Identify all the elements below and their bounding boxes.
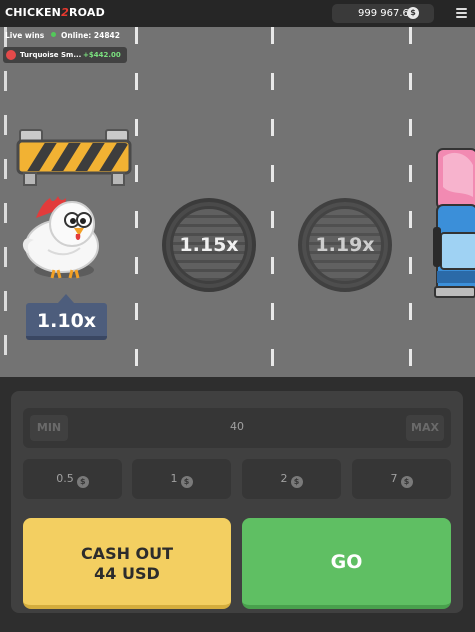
manhole-multiplier-1[interactable]: 1.15x [162, 198, 256, 292]
chicken-icon [22, 196, 99, 279]
online-count-text: Online: 24842 [61, 31, 120, 40]
game-logo: CHICKEN2ROAD [5, 6, 105, 19]
win-amount: +$442.00 [83, 51, 121, 59]
quick-bet-value: 2 [280, 472, 288, 485]
dollar-coin-icon: $ [290, 476, 303, 488]
cash-out-amount: 44 USD [94, 564, 160, 583]
top-bar: CHICKEN2ROAD 999 967.6 $ [0, 0, 475, 27]
quick-bet-value: 0.5 [56, 472, 74, 485]
live-win-entry: Turquoise Sm... +$442.00 [3, 47, 127, 63]
quick-bet-button[interactable]: 0.5 $ [23, 459, 122, 499]
logo-word-chicken: CHICKEN [5, 6, 62, 19]
dollar-coin-icon: $ [180, 476, 193, 488]
manhole-multiplier-label: 1.19x [315, 234, 375, 256]
truck-icon [433, 148, 475, 298]
max-bet-button[interactable]: MAX [406, 415, 444, 441]
quick-bet-button[interactable]: 2 $ [242, 459, 341, 499]
online-count: Online: 24842 [51, 31, 120, 40]
current-multiplier-tag: 1.10x [26, 294, 107, 340]
hamburger-menu-icon[interactable] [456, 8, 467, 18]
manhole-multiplier-label: 1.15x [179, 234, 239, 256]
quick-bet-value: 7 [390, 472, 398, 485]
min-bet-button[interactable]: MIN [30, 415, 68, 441]
bet-amount-row: MIN 40 MAX [23, 408, 451, 448]
lane-divider [135, 27, 138, 377]
bet-controls: MIN 40 MAX 0.5 $ 1 $ 2 $ 7 $ CASH OUT 44 USD… [11, 391, 463, 613]
winner-name: Turquoise Sm... [20, 51, 82, 59]
logo-word-road: ROAD [68, 6, 105, 19]
balance-amount: 999 967.6 [358, 8, 409, 19]
quick-bet-button[interactable]: 7 $ [352, 459, 451, 499]
balance-display: 999 967.6 $ [332, 4, 434, 23]
quick-bet-button[interactable]: 1 $ [132, 459, 231, 499]
bet-control-panel: MIN 40 MAX 0.5 $ 1 $ 2 $ 7 $ CASH OUT 44 USD… [0, 377, 475, 632]
logo-number: 2 [61, 6, 69, 19]
online-dot-icon [51, 32, 56, 37]
road-edge-line [4, 27, 7, 377]
bet-amount-input[interactable]: 40 [173, 420, 301, 433]
current-multiplier-value: 1.10x [36, 310, 97, 332]
live-wins-label: Live wins [5, 31, 45, 40]
dollar-coin-icon: $ [400, 476, 413, 488]
road-barrier-icon [16, 129, 132, 186]
lane-divider [409, 27, 412, 377]
cash-out-label: CASH OUT [80, 544, 174, 563]
avatar [6, 50, 16, 60]
cash-out-button[interactable]: CASH OUT 44 USD [23, 518, 231, 609]
quick-bet-value: 1 [170, 472, 178, 485]
game-app: CHICKEN2ROAD 999 967.6 $ Live wins Onlin… [0, 0, 475, 632]
manhole-multiplier-2[interactable]: 1.19x [298, 198, 392, 292]
lane-divider [271, 27, 274, 377]
dollar-coin-icon: $ [407, 7, 419, 19]
go-button[interactable]: GO [242, 518, 451, 609]
dollar-coin-icon: $ [76, 476, 89, 488]
